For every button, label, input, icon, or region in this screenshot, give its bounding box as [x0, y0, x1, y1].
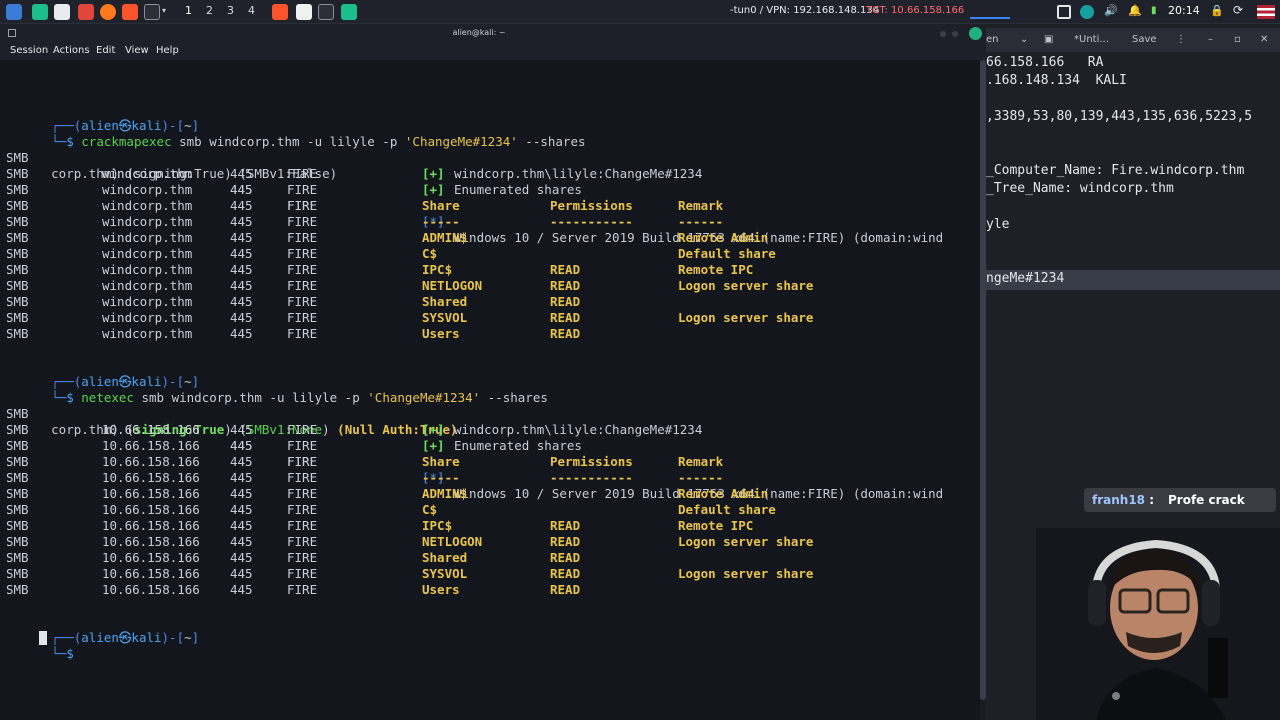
top-panel: ▾ 1 2 3 4 -tun0 / VPN: 192.168.148.134 T…	[0, 0, 1280, 24]
banner-line-2: corp.thm) (signing:True) (SMBv1:None) (N…	[51, 422, 458, 437]
editor-line: _Computer_Name: Fire.windcorp.thm	[986, 163, 1245, 178]
kali-menu-icon[interactable]	[6, 4, 22, 20]
menu-help[interactable]: Help	[156, 45, 179, 56]
window-icon[interactable]	[1057, 5, 1071, 19]
minimize-icon[interactable]	[940, 31, 946, 37]
chevron-down-icon[interactable]: ▾	[162, 6, 170, 22]
window-title: alien@kali: ~	[452, 28, 506, 37]
terminal-window: alien@kali: ~ Session Actions Edit View …	[0, 24, 986, 720]
menu-session[interactable]: Session	[10, 45, 48, 56]
lock-icon[interactable]: 🔒	[1210, 4, 1224, 18]
minimize-icon[interactable]: –	[1208, 34, 1213, 45]
bell-icon[interactable]: 🔔	[1128, 4, 1142, 18]
banner-line: SMB 10.66.158.166 445 FIRE [*] Windows 1…	[6, 406, 944, 501]
workspace-1[interactable]: 1	[185, 4, 192, 17]
editor-line: ,3389,53,80,139,443,135,636,5223,5	[986, 109, 1253, 124]
command-line: └─$ crackmapexec smb windcorp.thm -u lil…	[51, 134, 586, 149]
close-icon[interactable]: ✕	[1260, 34, 1268, 45]
command-line: └─$ netexec smb windcorp.thm -u lilyle -…	[51, 390, 548, 405]
workspace-2[interactable]: 2	[206, 4, 213, 17]
terminal-titlebar[interactable]: alien@kali: ~	[0, 24, 986, 43]
chat-username: franh18 :	[1092, 493, 1155, 507]
save-button[interactable]: Save	[1132, 34, 1157, 45]
editor-tabbar: en ⌄ ▣ *Unti... Save ⋮ – ▫ ✕	[986, 28, 1280, 52]
maximize-icon[interactable]	[952, 31, 958, 37]
clock[interactable]: 20:14	[1168, 4, 1200, 17]
chevron-down-icon[interactable]: ⌄	[1020, 34, 1028, 45]
terminal-output[interactable]: ┌──(alien㉿kali)-[~] └─$ crackmapexec smb…	[0, 60, 980, 720]
prompt-line: ┌──(alien㉿kali)-[~]	[51, 374, 200, 389]
banner-line: SMB windcorp.thm 445 FIRE [*] Windows 10…	[6, 150, 944, 245]
firefox-icon[interactable]	[100, 4, 116, 20]
webcam-overlay	[1036, 528, 1280, 720]
workspace-3[interactable]: 3	[227, 4, 234, 17]
terminal-cursor	[39, 631, 47, 645]
network-graph-icon	[970, 5, 1010, 19]
editor-line: .168.148.134 KALI	[986, 73, 1127, 88]
streamer-avatar	[1036, 528, 1280, 720]
banner-line-2: corp.thm) (signing:True) (SMBv1:False)	[51, 166, 338, 181]
app-icon[interactable]	[1080, 5, 1094, 19]
folder-window-icon[interactable]	[341, 4, 357, 20]
maximize-icon[interactable]: ▫	[1234, 34, 1241, 45]
editor-line: 66.158.166 RA	[986, 55, 1104, 70]
flag-icon[interactable]	[1257, 5, 1275, 19]
terminal-menubar: Session Actions Edit View Help	[0, 43, 986, 60]
close-icon[interactable]	[969, 27, 982, 40]
tab-untitled[interactable]: *Unti...	[1074, 34, 1109, 45]
workspace-icon[interactable]	[32, 4, 48, 20]
terminal-window-icon[interactable]	[318, 4, 334, 20]
pdf-window-icon[interactable]	[296, 4, 312, 20]
chat-message: franh18 : Profe crack	[1084, 488, 1276, 512]
prompt-line: ┌──(alien㉿kali)-[~]	[51, 118, 200, 133]
tab-partial[interactable]: en	[986, 34, 999, 45]
menu-view[interactable]: View	[125, 45, 149, 56]
pdf-icon[interactable]	[78, 4, 94, 20]
terminal-icon[interactable]	[144, 4, 160, 20]
battery-icon[interactable]: ▮	[1151, 5, 1165, 19]
editor-line: _Tree_Name: windcorp.thm	[986, 181, 1174, 196]
drive-icon[interactable]: ▣	[1044, 34, 1053, 45]
menu-actions[interactable]: Actions	[53, 45, 90, 56]
volume-icon[interactable]: 🔊	[1104, 4, 1118, 18]
vpn-status: -tun0 / VPN: 192.168.148.134	[730, 5, 880, 16]
editor-line: ngeMe#1234	[986, 271, 1065, 286]
target-ip: TGT: 10.66.158.166	[866, 5, 965, 16]
brave-icon[interactable]	[122, 4, 138, 20]
kebab-menu-icon[interactable]: ⋮	[1176, 34, 1186, 45]
workspace-4[interactable]: 4	[248, 4, 255, 17]
brave-window-icon[interactable]	[272, 4, 288, 20]
file-manager-icon[interactable]	[54, 4, 70, 20]
chat-text: Profe crack	[1168, 493, 1245, 507]
menu-edit[interactable]: Edit	[96, 45, 115, 56]
window-controls[interactable]	[940, 31, 960, 37]
editor-line: yle	[986, 217, 1010, 232]
prompt-line: ┌──(alien㉿kali)-[~]	[51, 630, 200, 645]
refresh-icon[interactable]: ⟳	[1233, 3, 1247, 17]
